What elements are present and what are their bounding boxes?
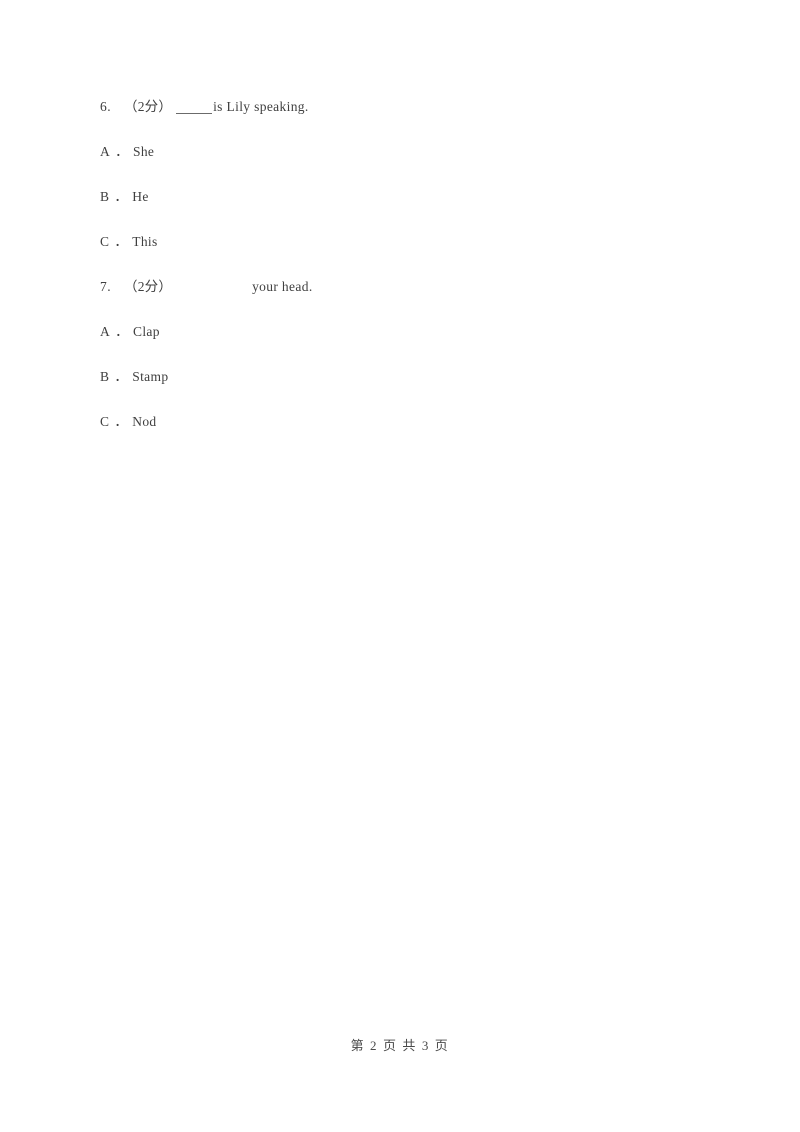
question-number: 6. [100, 99, 112, 114]
option-separator: ． [114, 414, 129, 429]
option-item-a[interactable]: A ． She [100, 145, 700, 190]
document-page: 6. （2分） is Lily speaking. A ． She B ． He… [0, 0, 800, 1132]
question-list: 6. （2分） is Lily speaking. A ． She B ． He… [100, 100, 700, 460]
answer-blank-gap [174, 280, 252, 293]
option-text: Stamp [132, 369, 169, 384]
option-separator: ． [114, 369, 129, 384]
option-item-c[interactable]: C ． This [100, 235, 700, 280]
option-separator: ． [115, 324, 129, 339]
option-letter: C [100, 234, 110, 249]
question-stem: 6. （2分） is Lily speaking. [100, 100, 700, 145]
option-text: She [132, 144, 155, 159]
question-score: （2分） [124, 279, 173, 294]
option-letter: C [100, 414, 110, 429]
answer-blank-underline [176, 100, 213, 114]
question-score: （2分） [124, 99, 173, 114]
option-separator: ． [114, 189, 129, 204]
option-item-b[interactable]: B ． Stamp [100, 370, 700, 415]
option-letter: B [100, 369, 110, 384]
option-text: This [132, 234, 158, 249]
option-letter: B [100, 189, 110, 204]
option-letter: A [100, 144, 111, 159]
question-text: your head. [252, 279, 313, 294]
option-item-c[interactable]: C ． Nod [100, 415, 700, 460]
page-footer: 第 2 页 共 3 页 [350, 1038, 450, 1053]
question-text: is Lily speaking. [213, 99, 309, 114]
option-letter: A [100, 324, 111, 339]
option-item-b[interactable]: B ． He [100, 190, 700, 235]
question-number: 7. [100, 279, 112, 294]
option-separator: ． [115, 144, 129, 159]
option-text: Nod [132, 414, 157, 429]
option-text: Clap [132, 324, 160, 339]
option-text: He [132, 189, 149, 204]
blank-page-area [100, 455, 700, 1025]
question-stem: 7. （2分） your head. [100, 280, 700, 325]
option-item-a[interactable]: A ． Clap [100, 325, 700, 370]
option-separator: ． [114, 234, 129, 249]
